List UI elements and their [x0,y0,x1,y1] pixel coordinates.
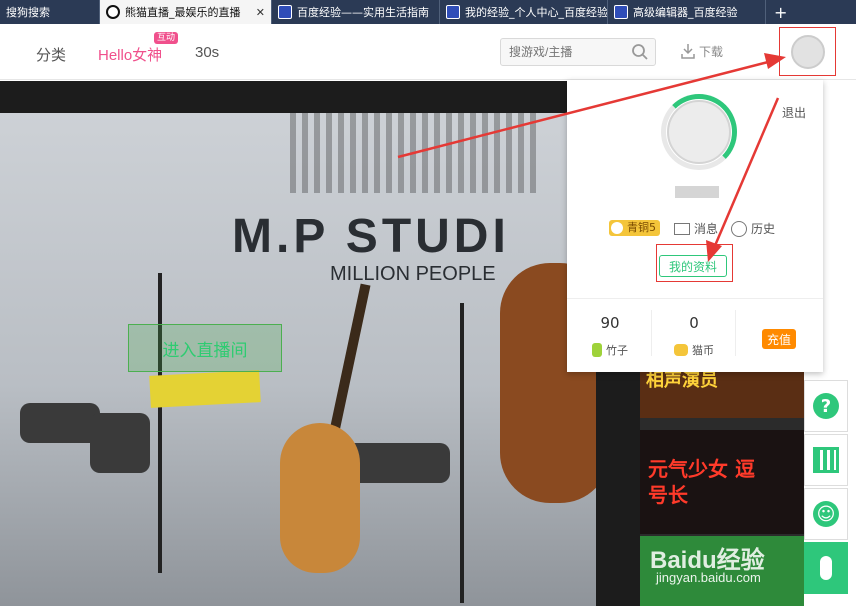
chair [20,403,100,443]
divider [735,310,736,356]
tab-panda-live[interactable]: 熊猫直播_最娱乐的直播 ✕ [100,0,272,24]
logout-link[interactable]: 退出 [782,104,806,121]
clock-icon [731,220,747,237]
recommended-card[interactable]: 元气少女 逗号长 [640,430,804,534]
level-badge: 青铜5 [609,220,660,236]
qr-code-button[interactable] [804,434,848,486]
download-label: 下载 [699,44,724,59]
bamboo-count: 90 [600,314,620,332]
download-icon [681,44,695,59]
voice-button[interactable] [804,542,848,594]
messages-label: 消息 [694,222,719,236]
mic-stand [158,273,162,573]
help-button[interactable]: ? [804,380,848,432]
mic-stand [460,303,464,603]
tab-label: 百度经验——实用生活指南 [297,6,429,19]
tab-label: 高级编辑器_百度经验 [633,6,738,19]
coin-count: 0 [689,314,699,332]
avatar [790,34,825,69]
doc-icon [446,5,460,19]
divider [567,298,823,299]
nav-category[interactable]: 分类 [36,44,66,65]
bamboo-icon [592,343,602,357]
nav-30s[interactable]: 30s [195,44,219,61]
tab-label: 搜狗搜索 [6,6,50,19]
tab-sogou-search[interactable]: 搜狗搜索 [0,0,100,24]
tab-baidu-jingyan[interactable]: 百度经验——实用生活指南 [272,0,440,24]
messages-link[interactable]: 消息 [674,220,718,237]
user-dropdown: 退出 用户名 青铜5 消息 历史 我的资料 90 竹子 0 猫币 充值 [567,80,823,372]
customer-service-icon: ☺ [813,501,839,527]
tab-advanced-editor[interactable]: 高级编辑器_百度经验 [608,0,766,24]
guitar-neck [329,283,371,433]
download-button[interactable]: 下载 [680,42,723,60]
mail-icon [674,222,690,235]
coin-stat: 0 猫币 [659,314,729,358]
music-stand [149,370,261,408]
card-title: 元气少女 逗号长 [648,457,755,507]
enter-live-room-button[interactable]: 进入直播间 [128,324,282,372]
browser-tab-bar: 搜狗搜索 熊猫直播_最娱乐的直播 ✕ 百度经验——实用生活指南 我的经验_个人中… [0,0,856,24]
chair [90,413,150,473]
site-navbar: 分类 Hello女神 互动 30s 下载 [0,24,856,80]
studio-subtitle: MILLION PEOPLE [330,263,496,285]
doc-icon [278,5,292,19]
new-tab-button[interactable]: + [766,0,795,24]
guitar [280,423,360,573]
avatar[interactable] [667,100,731,164]
search-box [500,38,656,66]
level-label: 青铜5 [627,221,656,234]
close-icon[interactable]: ✕ [250,6,265,19]
bamboo-stat: 90 竹子 [575,314,645,358]
panda-icon [106,5,120,19]
help-icon: ? [813,393,839,419]
my-profile-button[interactable]: 我的资料 [659,255,727,277]
microphone-icon [820,556,832,580]
live-stream-frame: M.P STUDI MILLION PEOPLE [0,113,596,606]
search-input[interactable] [501,39,625,65]
video-player[interactable]: M.P STUDI MILLION PEOPLE 进入直播间 [0,81,640,606]
service-button[interactable]: ☺ [804,488,848,540]
panda-level-icon [611,222,623,234]
coin-label: 猫币 [692,344,714,357]
divider [651,310,652,356]
decorative-bars [290,113,540,193]
nav-hello-goddess[interactable]: Hello女神 [98,44,162,65]
studio-sign: M.P STUDI [232,210,510,263]
history-link[interactable]: 历史 [731,220,775,237]
tab-my-jingyan[interactable]: 我的经验_个人中心_百度经验 [440,0,608,24]
username: 用户名 [675,186,719,198]
tab-label: 我的经验_个人中心_百度经验 [465,6,608,19]
watermark-url: jingyan.baidu.com [656,570,761,585]
doc-icon [614,5,628,19]
interactive-badge: 互动 [154,32,179,44]
history-label: 历史 [751,222,776,236]
bamboo-label: 竹子 [606,344,628,357]
search-icon[interactable] [631,43,649,61]
user-avatar-button[interactable] [779,27,836,76]
recharge-button[interactable]: 充值 [762,329,796,349]
coin-icon [674,344,688,356]
qr-code-icon [813,447,839,473]
tab-label: 熊猫直播_最娱乐的直播 [125,6,241,19]
